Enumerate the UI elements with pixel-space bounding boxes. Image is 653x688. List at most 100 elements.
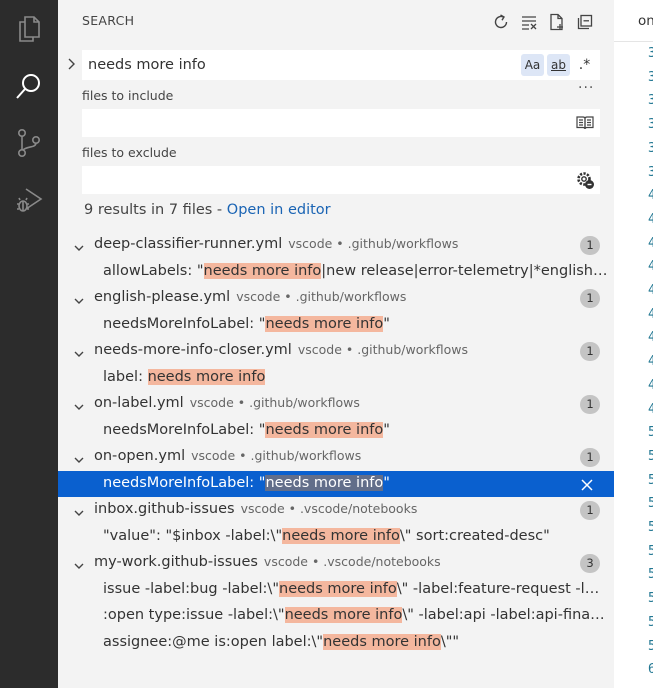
result-file-row[interactable]: inbox.github-issues vscode • .vscode/note… [58, 497, 614, 524]
chevron-down-icon[interactable] [73, 345, 85, 357]
line-number: 4 [648, 211, 653, 227]
match-whole-word-button[interactable]: ab [547, 54, 570, 76]
chevron-down-icon[interactable] [73, 557, 85, 569]
match-text: "value": "$inbox -label:\"needs more inf… [103, 527, 608, 544]
match-text: label: needs more info [103, 368, 608, 385]
result-file-name: english-please.yml vscode • .github/workf… [94, 289, 406, 305]
file-name-text: on-open.yml [94, 448, 186, 464]
match-highlight: needs more info [284, 607, 403, 623]
results-summary: 9 results in 7 files - Open in editor [84, 202, 331, 218]
line-number: 5 [648, 425, 653, 441]
match-highlight: needs more info [203, 262, 322, 279]
line-number: 3 [648, 46, 653, 61]
file-name-text: deep-classifier-runner.yml [94, 236, 283, 252]
editor-tab[interactable]: on [614, 0, 653, 42]
line-number: 4 [648, 235, 653, 251]
files-to-include-box [82, 109, 600, 137]
file-name-text: english-please.yml [94, 289, 231, 305]
collapse-all-icon[interactable] [574, 11, 596, 33]
match-case-button[interactable]: Aa [521, 54, 544, 76]
result-file-row[interactable]: on-open.yml vscode • .github/workflows 1 [58, 444, 614, 471]
result-match-row[interactable]: issue -label:bug -label:\"needs more inf… [58, 577, 614, 604]
files-to-include-input[interactable] [88, 109, 558, 137]
result-match-row[interactable]: needsMoreInfoLabel: "needs more info" [58, 418, 614, 445]
file-name-text: on-label.yml [94, 395, 184, 411]
dismiss-match-icon[interactable] [580, 477, 594, 491]
book-icon[interactable] [574, 112, 596, 134]
chevron-down-icon[interactable] [73, 292, 85, 304]
line-number: 3 [648, 140, 653, 156]
files-to-exclude-input[interactable] [88, 166, 558, 194]
file-name-text: my-work.github-issues [94, 554, 258, 570]
result-match-row[interactable]: "value": "$inbox -label:\"needs more inf… [58, 524, 614, 551]
match-text: allowLabels: "needs more info|new releas… [103, 262, 608, 279]
match-before-text: :open type:issue -label:\" [103, 607, 285, 623]
toggle-search-details-icon[interactable]: ··· [578, 80, 594, 96]
result-file-row[interactable]: on-label.yml vscode • .github/workflows 1 [58, 391, 614, 418]
result-match-row[interactable]: label: needs more info [58, 365, 614, 392]
explorer-icon[interactable] [0, 0, 58, 56]
result-file-row[interactable]: needs-more-info-closer.yml vscode • .gith… [58, 338, 614, 365]
toggle-replace-chevron-icon[interactable] [64, 56, 78, 72]
line-number: 4 [648, 401, 653, 417]
match-count-badge: 1 [580, 395, 600, 414]
result-match-row[interactable]: assignee:@me is:open label:\"needs more … [58, 630, 614, 657]
result-file-row[interactable]: my-work.github-issues vscode • .vscode/no… [58, 550, 614, 577]
chevron-down-icon[interactable] [73, 239, 85, 251]
match-highlight: needs more info [282, 527, 400, 544]
file-path-text: vscode • .vscode/notebooks [263, 554, 441, 569]
use-regex-button[interactable]: .* [573, 54, 596, 76]
clear-results-icon[interactable] [518, 11, 540, 33]
result-file-name: on-label.yml vscode • .github/workflows [94, 395, 360, 411]
result-match-row[interactable]: needsMoreInfoLabel: "needs more info" [58, 470, 614, 497]
match-highlight: needs more info [323, 633, 441, 650]
match-count-badge: 1 [580, 501, 600, 520]
line-number: 4 [648, 330, 653, 346]
new-search-editor-icon[interactable] [546, 11, 568, 33]
sidebar-actions [490, 11, 596, 33]
search-icon[interactable] [0, 58, 58, 114]
match-highlight: needs more info [147, 368, 266, 385]
result-file-name: on-open.yml vscode • .github/workflows [94, 448, 361, 464]
match-count-badge: 1 [580, 448, 600, 467]
result-match-row[interactable]: needsMoreInfoLabel: "needs more info" [58, 312, 614, 339]
result-file-row[interactable]: deep-classifier-runner.yml vscode • .gith… [58, 232, 614, 259]
match-after-text: " [383, 474, 390, 491]
line-number: 5 [648, 567, 653, 583]
match-before-text: needsMoreInfoLabel: " [103, 474, 266, 491]
line-number: 3 [648, 164, 653, 180]
match-text: needsMoreInfoLabel: "needs more info" [103, 474, 573, 491]
match-after-text: \"" [440, 633, 460, 650]
result-file-row[interactable]: english-please.yml vscode • .github/workf… [58, 285, 614, 312]
open-in-editor-link[interactable]: Open in editor [227, 202, 331, 218]
search-input[interactable] [88, 50, 508, 80]
file-path-text: vscode • .github/workflows [191, 448, 362, 463]
source-control-icon[interactable] [0, 115, 58, 171]
sidebar-title: SEARCH [82, 13, 135, 28]
match-before-text: needsMoreInfoLabel: " [103, 315, 266, 332]
run-debug-icon[interactable] [0, 172, 58, 228]
line-number: 6 [648, 662, 653, 678]
result-match-row[interactable]: allowLabels: "needs more info|new releas… [58, 259, 614, 286]
chevron-down-icon[interactable] [73, 504, 85, 516]
line-number: 5 [648, 496, 653, 512]
match-text: :open type:issue -label:\"needs more inf… [103, 607, 608, 623]
chevron-down-icon[interactable] [73, 451, 85, 463]
gear-icon[interactable] [574, 169, 596, 191]
result-match-row[interactable]: :open type:issue -label:\"needs more inf… [58, 603, 614, 630]
file-name-text: needs-more-info-closer.yml [94, 342, 292, 358]
line-number: 5 [648, 591, 653, 607]
result-file-name: deep-classifier-runner.yml vscode • .gith… [94, 236, 458, 252]
match-count-badge: 3 [580, 554, 600, 573]
line-number: 5 [648, 614, 653, 630]
refresh-icon[interactable] [490, 11, 512, 33]
match-after-text: " [383, 421, 390, 438]
line-number: 3 [648, 117, 653, 133]
match-after-text: |new release|error-telemetry|*english-pl… [321, 262, 608, 279]
sidebar-header: SEARCH [58, 0, 614, 42]
match-after-text: \" -label:api -label:api-finalization -l… [402, 607, 608, 623]
result-file-name: needs-more-info-closer.yml vscode • .gith… [94, 342, 468, 358]
chevron-down-icon[interactable] [73, 398, 85, 410]
match-text: needsMoreInfoLabel: "needs more info" [103, 421, 608, 438]
match-before-text: "value": "$inbox -label:\" [103, 527, 283, 544]
